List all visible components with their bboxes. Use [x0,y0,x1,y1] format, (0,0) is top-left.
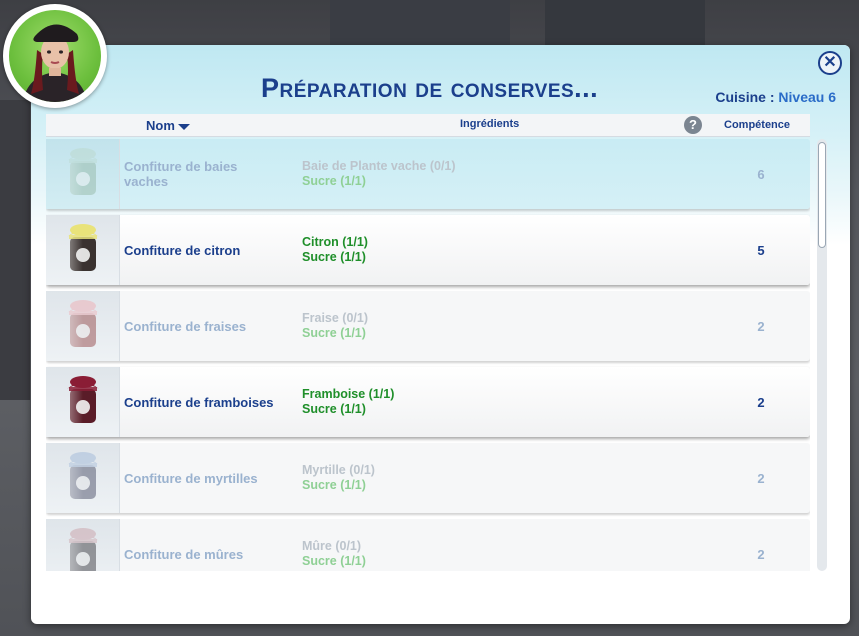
background-window [545,0,705,48]
ingredient-main: Baie de Plante vache (0/1) [302,159,456,173]
recipe-name: Confiture de mûres [124,546,244,562]
recipe-row[interactable]: Confiture de myrtilles Myrtille (0/1) Su… [46,443,810,513]
ingredient-sugar: Sucre (1/1) [302,326,366,340]
sim-avatar[interactable] [3,4,107,108]
skill-label: Cuisine [715,89,766,105]
recipe-name: Confiture de framboises [124,394,274,410]
table-header: Nom Ingrédients ? Compétence [46,114,810,137]
column-skill-header: Compétence [724,119,791,131]
ingredient-main: Citron (1/1) [302,235,368,249]
recipe-name: Confiture de citron [124,242,241,258]
recipe-row[interactable]: Confiture de fraises Fraise (0/1) Sucre … [46,291,810,361]
column-name-header[interactable]: Nom [146,118,190,133]
jar-thumbnail [46,519,120,571]
sim-portrait-icon [23,24,87,102]
ingredient-sugar: Sucre (1/1) [302,174,366,188]
ingredient-sugar: Sucre (1/1) [302,478,366,492]
recipe-list: Confiture de baies vaches Baie de Plante… [46,139,810,571]
skill-level-value: Niveau 6 [778,89,836,105]
recipe-ingredients: Framboise (1/1) Sucre (1/1) [302,387,394,417]
jar-icon [67,528,99,571]
recipe-row[interactable]: Confiture de framboises Framboise (1/1) … [46,367,810,437]
recipe-row[interactable]: Confiture de baies vaches Baie de Plante… [46,139,810,209]
ingredient-main: Framboise (1/1) [302,387,395,401]
recipe-skill-level: 5 [757,242,765,258]
recipe-skill-level: 2 [757,470,765,486]
ingredient-main: Mûre (0/1) [302,539,362,553]
jar-thumbnail [46,215,120,285]
recipe-name: Confiture de baies vaches [124,159,238,189]
jar-icon [67,224,99,271]
recipe-ingredients: Citron (1/1) Sucre (1/1) [302,235,368,265]
jar-icon [67,148,99,195]
recipe-ingredients: Mûre (0/1) Sucre (1/1) [302,539,366,569]
column-ingredients-header: Ingrédients [460,118,520,130]
jar-thumbnail [46,443,120,513]
recipe-row[interactable]: Confiture de citron Citron (1/1) Sucre (… [46,215,810,285]
jar-thumbnail [46,291,120,361]
jar-icon [67,452,99,499]
recipe-ingredients: Myrtille (0/1) Sucre (1/1) [302,463,375,493]
recipe-skill-level: 2 [757,546,765,562]
dialog-title: Préparation de conserves... [261,73,599,103]
close-icon: ✕ [823,54,837,71]
close-button[interactable]: ✕ [818,51,842,75]
recipe-row[interactable]: Confiture de mûres Mûre (0/1) Sucre (1/1… [46,519,810,571]
jar-thumbnail [46,139,120,209]
help-icon[interactable]: ? [684,116,702,134]
sim-portrait [9,10,101,102]
recipe-name: Confiture de myrtilles [124,470,258,486]
ingredient-main: Myrtille (0/1) [302,463,375,477]
recipe-skill-level: 2 [757,394,765,410]
ingredient-sugar: Sucre (1/1) [302,250,366,264]
jar-thumbnail [46,367,120,437]
scrollbar-thumb[interactable] [818,142,826,248]
recipe-skill-level: 6 [757,166,765,182]
skill-separator: : [765,89,779,105]
ingredient-main: Fraise (0/1) [302,311,369,325]
recipe-ingredients: Fraise (0/1) Sucre (1/1) [302,311,368,341]
recipe-ingredients: Baie de Plante vache (0/1) Sucre (1/1) [302,159,456,189]
background-wall [0,100,30,400]
recipe-name: Confiture de fraises [124,318,247,334]
ingredient-sugar: Sucre (1/1) [302,554,366,568]
ingredient-sugar: Sucre (1/1) [302,402,366,416]
list-scrollbar[interactable] [817,139,827,571]
background-window [330,0,510,48]
skill-level: Cuisine : Niveau 6 [715,89,836,105]
jar-icon [67,300,99,347]
recipe-skill-level: 2 [757,318,765,334]
column-name-label: Nom [146,118,175,133]
sort-descending-icon [177,123,190,130]
jar-icon [67,376,99,423]
